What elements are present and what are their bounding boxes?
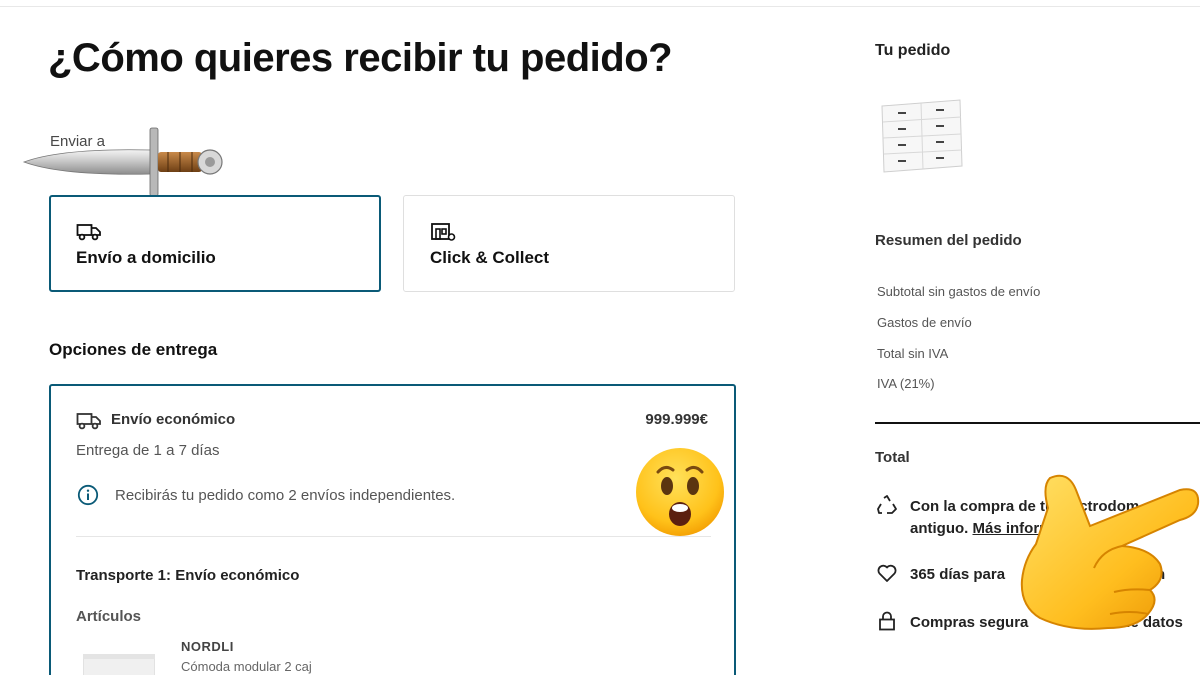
summary-divider — [875, 422, 1200, 424]
shipping-option-eta: Entrega de 1 a 7 días — [76, 442, 220, 459]
click-collect-option[interactable]: Click & Collect — [403, 195, 735, 292]
total-label: Total — [875, 449, 910, 466]
order-summary-heading: Resumen del pedido — [875, 232, 1022, 249]
dagger-sticker-icon — [22, 127, 223, 197]
top-divider — [0, 6, 1200, 7]
info-icon — [77, 484, 99, 506]
home-delivery-option[interactable]: Envío a domicilio — [49, 195, 381, 292]
store-icon — [431, 223, 456, 241]
product-thumbnail — [83, 654, 155, 675]
vat-line: IVA (21%) — [877, 376, 935, 391]
option-divider — [76, 536, 711, 537]
home-delivery-label: Envío a domicilio — [76, 248, 216, 267]
page-title: ¿Cómo quieres recibir tu pedido? — [48, 36, 673, 80]
articles-heading: Artículos — [76, 608, 142, 625]
truck-icon — [76, 224, 101, 241]
order-summary-title: Tu pedido — [875, 42, 951, 59]
lock-icon — [879, 611, 895, 631]
delivery-options-heading: Opciones de entrega — [49, 340, 218, 359]
shipping-cost-line: Gastos de envío — [877, 315, 972, 330]
click-collect-label: Click & Collect — [430, 248, 550, 267]
shipping-option-price: 999.999€ — [645, 411, 708, 428]
subtotal-line: Subtotal sin gastos de envío — [877, 284, 1041, 299]
returns-perk-text: 365 días para — [910, 566, 1006, 583]
heart-icon — [877, 564, 897, 582]
product-name: NORDLI — [181, 639, 234, 654]
truck-icon — [76, 413, 101, 430]
split-shipment-notice: Recibirás tu pedido como 2 envíos indepe… — [115, 487, 456, 504]
product-description: Cómoda modular 2 caj — [181, 659, 312, 674]
total-excl-vat-line: Total sin IVA — [877, 346, 949, 361]
pointing-hand-emoji-icon — [1020, 474, 1200, 630]
recycle-icon — [877, 495, 897, 514]
shipping-option-name: Envío económico — [111, 411, 236, 428]
dresser-product-image — [881, 99, 963, 173]
surprised-face-emoji-icon — [636, 448, 724, 536]
transport-title: Transporte 1: Envío económico — [76, 567, 300, 584]
economy-shipping-card[interactable]: Envío económico 999.999€ Entrega de 1 a … — [49, 384, 736, 675]
recycle-perk-prefix: antiguo. — [910, 520, 973, 537]
